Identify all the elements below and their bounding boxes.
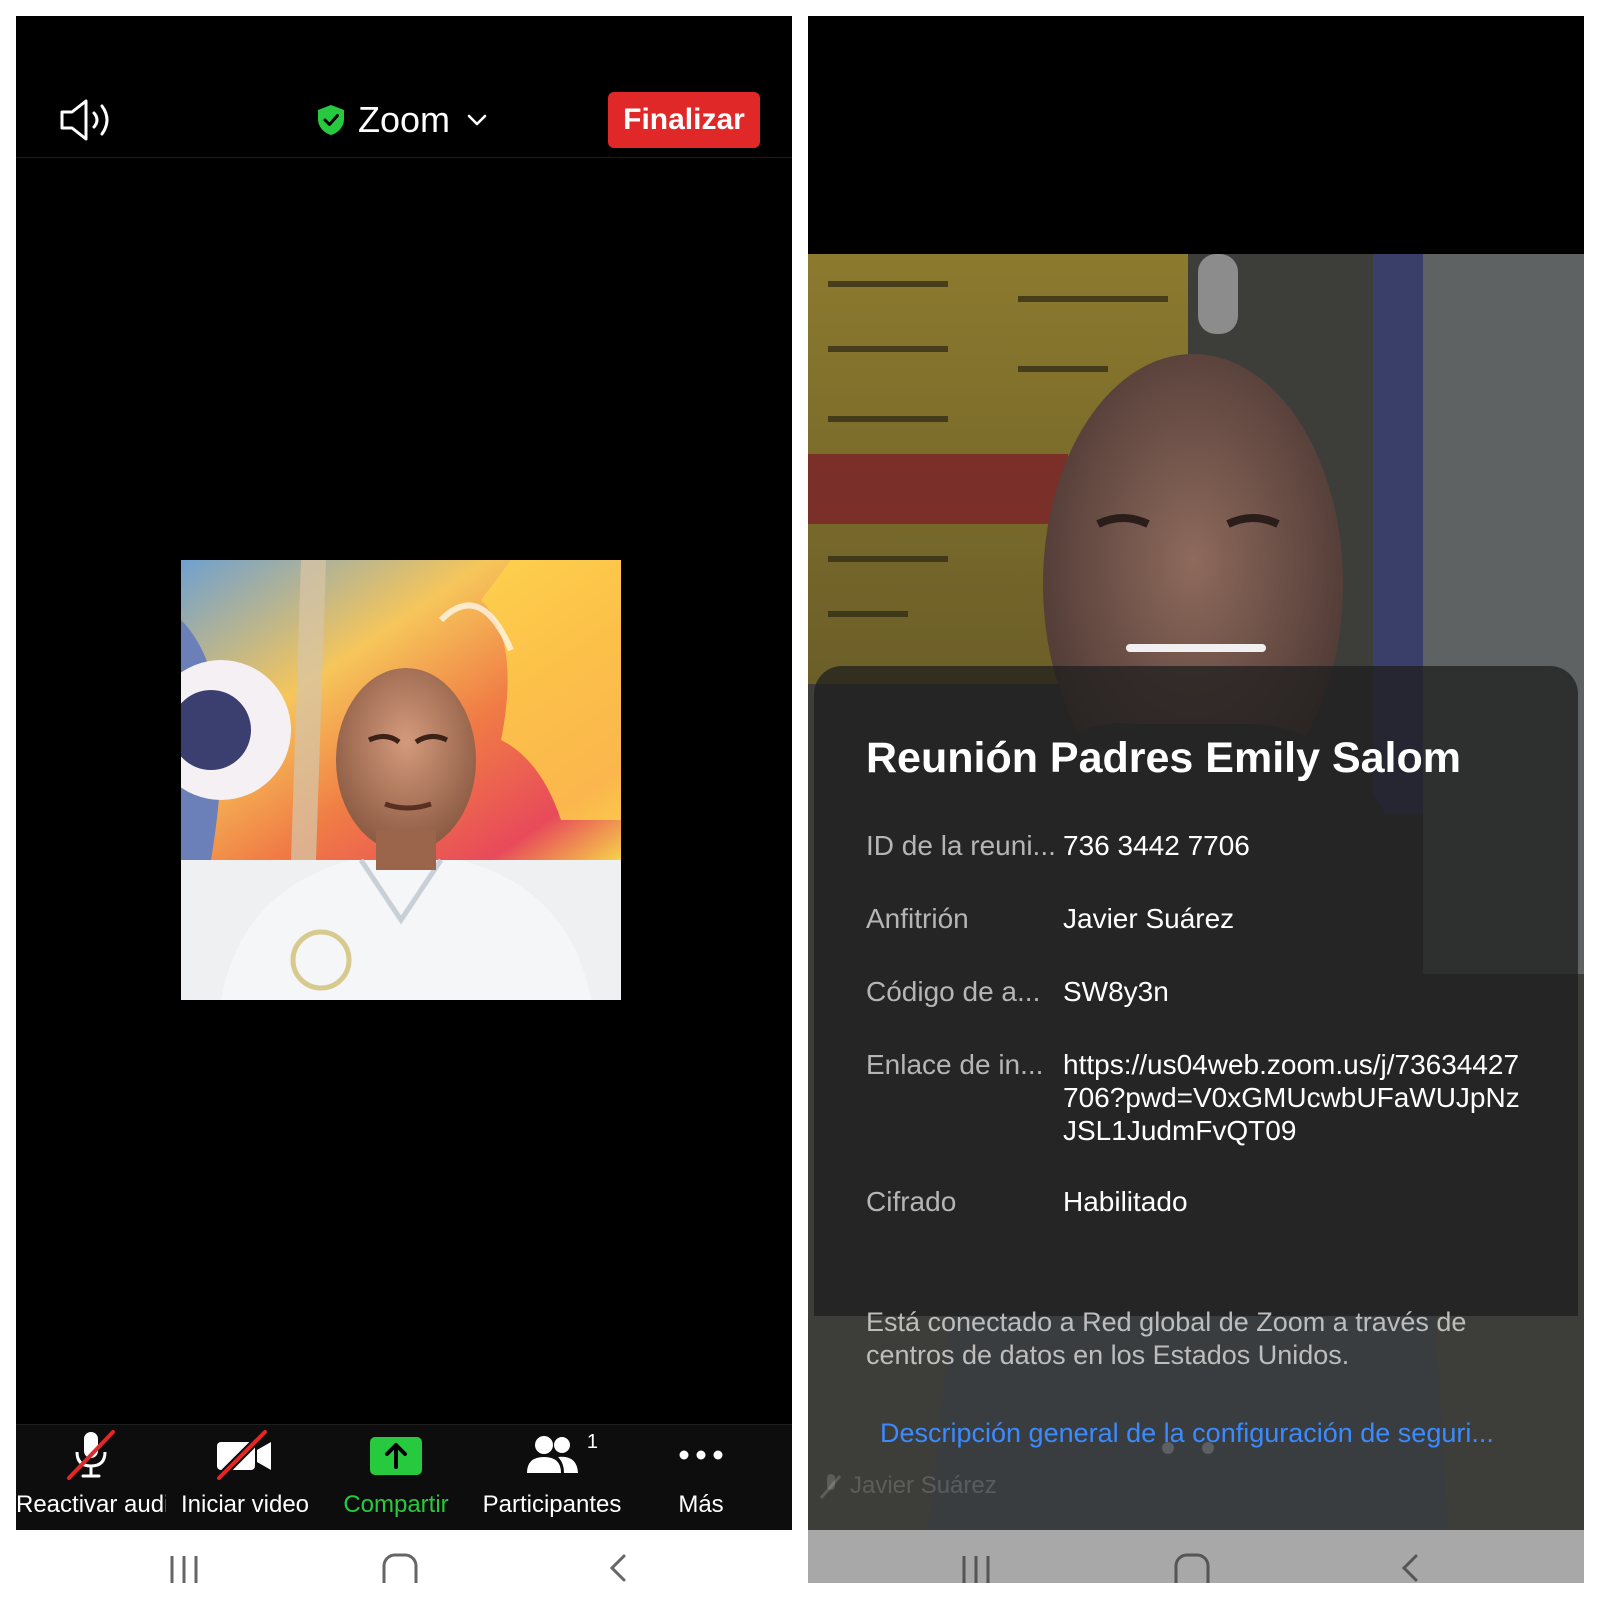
encryption-label: Cifrado	[866, 1186, 957, 1217]
end-meeting-button[interactable]: Finalizar	[608, 92, 760, 148]
meeting-id-label: ID de la reuni...	[866, 830, 1056, 861]
network-info-text: Está conectado a Red global de Zoom a tr…	[866, 1307, 1467, 1370]
chevron-down-icon	[467, 114, 487, 126]
more-button[interactable]: Más	[646, 1425, 756, 1531]
start-video-button[interactable]: Iniciar video	[171, 1425, 319, 1531]
share-icon	[368, 1425, 424, 1485]
unmute-audio-label: Reactivar audio	[16, 1491, 166, 1518]
back-icon[interactable]	[1398, 1552, 1422, 1583]
meeting-top-bar: Zoom Finalizar	[16, 16, 792, 158]
participants-label: Participantes	[482, 1491, 622, 1518]
share-label: Compartir	[343, 1491, 449, 1518]
passcode-label: Código de a...	[866, 976, 1041, 1007]
mic-muted-icon	[819, 1474, 842, 1499]
security-overview-link[interactable]: Descripción general de la configuración …	[880, 1418, 1494, 1449]
mic-muted-icon	[61, 1425, 121, 1485]
meeting-id-value: 736 3442 7706	[1063, 830, 1250, 861]
back-icon[interactable]	[606, 1552, 630, 1583]
home-icon[interactable]	[382, 1552, 418, 1583]
video-off-icon	[213, 1425, 277, 1485]
unmute-audio-button[interactable]: Reactivar audio	[16, 1425, 166, 1531]
home-icon[interactable]	[1174, 1552, 1210, 1583]
shield-check-icon	[318, 105, 344, 135]
host-value: Javier Suárez	[1063, 903, 1235, 934]
self-video-tile	[181, 560, 621, 1000]
participants-icon: 1	[522, 1425, 598, 1485]
more-label: Más	[678, 1491, 724, 1518]
system-nav-bar	[16, 1530, 792, 1583]
meeting-title-dropdown[interactable]: Zoom	[316, 99, 488, 140]
participants-button[interactable]: 1 Participantes	[478, 1425, 626, 1531]
meeting-name: Zoom	[358, 99, 451, 140]
speaker-icon[interactable]	[58, 98, 118, 142]
participant-count-badge: 1	[586, 1431, 598, 1453]
encryption-value: Habilitado	[1063, 1186, 1188, 1217]
invite-link-label: Enlace de in...	[866, 1049, 1044, 1080]
meeting-info-screen: Reunión Padres Emily Salom ID de la reun…	[808, 16, 1584, 1583]
passcode-value: SW8y3n	[1063, 976, 1169, 1007]
meeting-topic-title: Reunión Padres Emily Salom	[866, 734, 1462, 782]
sheet-drag-handle[interactable]	[1126, 644, 1266, 652]
recents-icon[interactable]	[168, 1552, 200, 1583]
recents-icon[interactable]	[960, 1552, 992, 1583]
host-label: Anfitrión	[866, 903, 969, 934]
participant-name-tag: Javier Suárez	[850, 1472, 997, 1499]
meeting-screen: Zoom Finalizar Reactivar aud Iniciar vid…	[16, 16, 792, 1583]
meeting-toolbar: Reactivar audio Iniciar video Compar	[16, 1424, 792, 1530]
more-icon	[676, 1425, 726, 1485]
start-video-label: Iniciar video	[180, 1491, 310, 1518]
system-nav-bar	[808, 1530, 1584, 1583]
invite-link-value[interactable]: https://us04web.zoom.us/j/73634427706?pw…	[1063, 1048, 1533, 1147]
share-button[interactable]: Compartir	[326, 1425, 466, 1531]
